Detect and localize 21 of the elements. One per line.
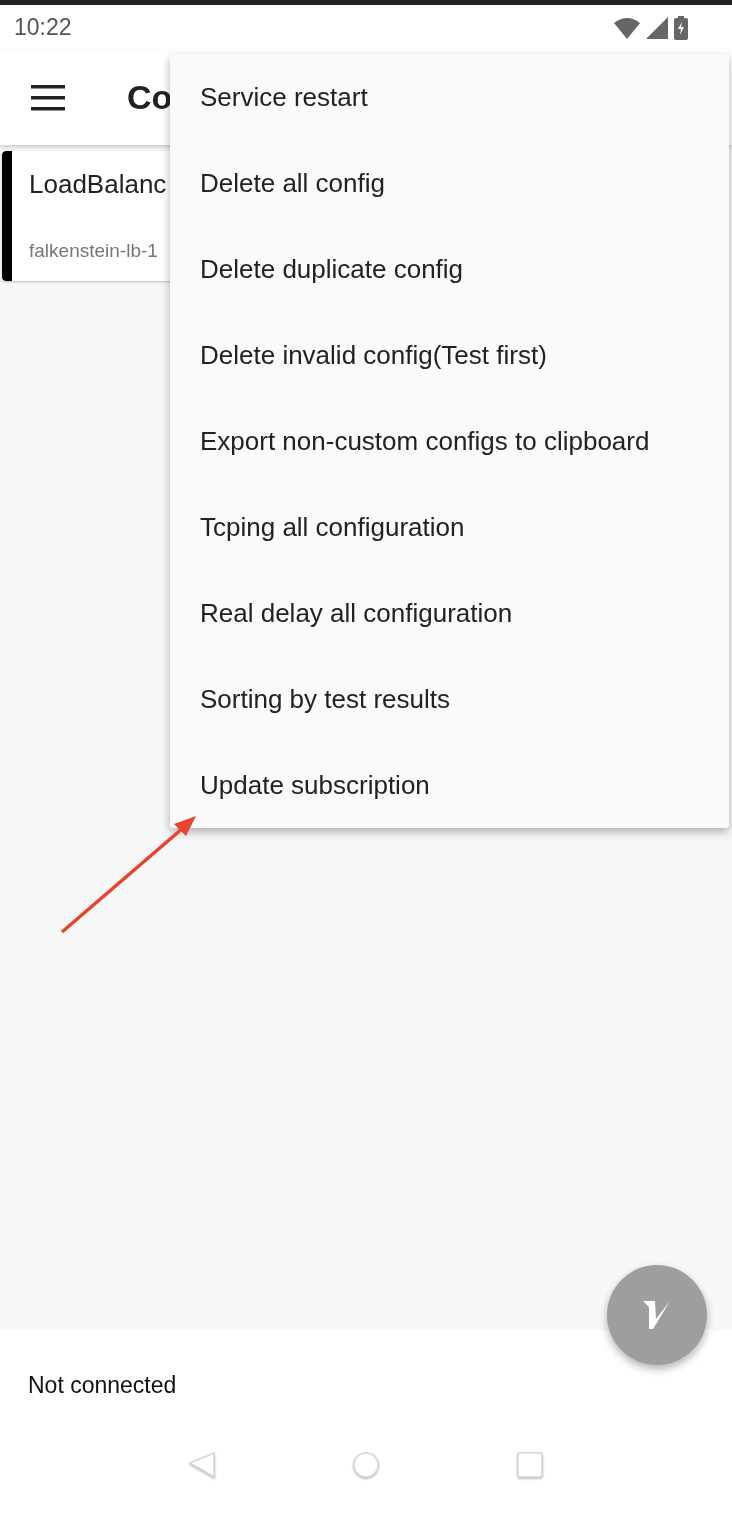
menu-item[interactable]: Tcping all configuration	[200, 511, 465, 543]
home-icon[interactable]	[352, 1451, 380, 1479]
menu-item[interactable]: Delete invalid config(Test first)	[200, 339, 547, 371]
signal-icon	[646, 16, 668, 39]
menu-button[interactable]	[31, 84, 65, 111]
menu-icon	[31, 84, 65, 111]
menu-item[interactable]: Export non-custom configs to clipboard	[200, 425, 650, 457]
menu-item[interactable]: Update subscription	[200, 769, 430, 801]
app-title: Co	[127, 78, 173, 117]
back-icon[interactable]	[188, 1451, 216, 1479]
config-address: falkenstein-lb-1	[29, 240, 159, 262]
recents-icon[interactable]	[516, 1451, 544, 1479]
connection-status: Not connected	[28, 1372, 178, 1399]
wifi-icon	[614, 16, 640, 39]
menu-item[interactable]: Real delay all configuration	[200, 597, 513, 629]
menu-item[interactable]: Sorting by test results	[200, 683, 450, 715]
status-time: 10:22	[14, 14, 73, 41]
battery-icon	[674, 15, 688, 40]
connect-button[interactable]	[607, 1265, 707, 1365]
menu-item[interactable]: Service restart	[200, 81, 368, 113]
config-name: LoadBalanc	[29, 169, 167, 200]
